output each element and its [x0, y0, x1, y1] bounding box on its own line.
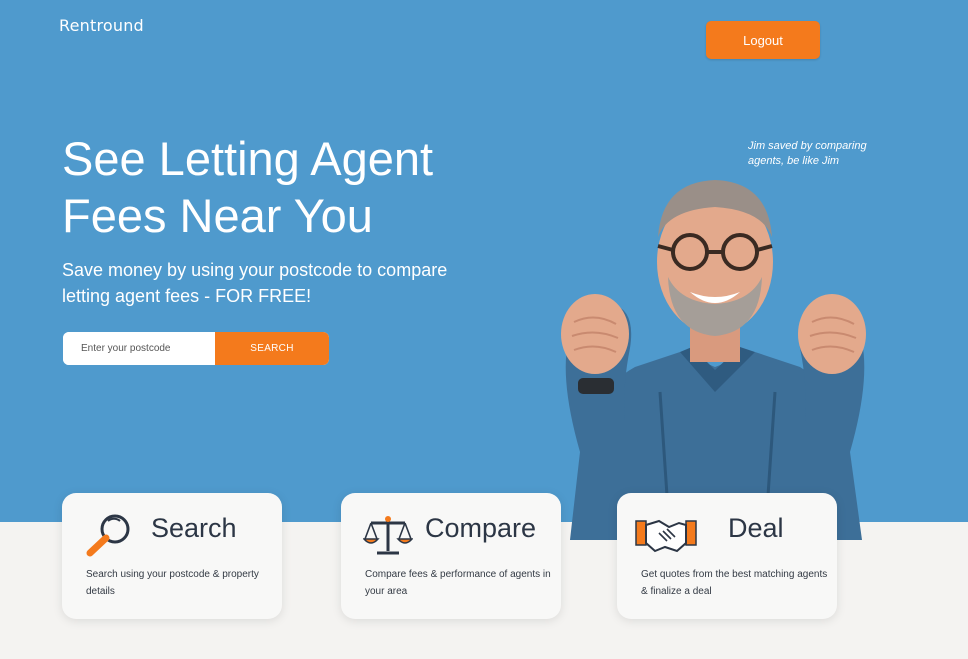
feature-title: Compare [425, 513, 537, 543]
search-button[interactable]: SEARCH [215, 332, 329, 365]
hero-subheadline: Save money by using your postcode to com… [62, 260, 448, 306]
handshake-icon [635, 519, 697, 553]
feature-card-search: Search Search using your postcode & prop… [62, 493, 282, 619]
hero-headline: See Letting Agent Fees Near You [62, 132, 434, 242]
logout-button[interactable]: Logout [706, 21, 820, 59]
hero-person-image [561, 180, 866, 540]
postcode-input[interactable] [63, 332, 215, 365]
feature-description: Get quotes from the best matching agents… [641, 569, 828, 597]
scales-icon [363, 516, 413, 555]
feature-description: Compare fees & performance of agents in … [365, 569, 551, 597]
feature-description: Search using your postcode & property de… [86, 569, 259, 597]
postcode-search-form: SEARCH [63, 332, 329, 365]
brand-logo[interactable]: Rentround [59, 16, 144, 35]
feature-title: Search [151, 513, 237, 543]
feature-title: Deal [728, 513, 784, 543]
feature-card-compare: Compare Compare fees & performance of ag… [341, 493, 561, 619]
feature-card-deal: Deal Get quotes from the best matching a… [617, 493, 837, 619]
magnifier-icon [86, 514, 130, 557]
